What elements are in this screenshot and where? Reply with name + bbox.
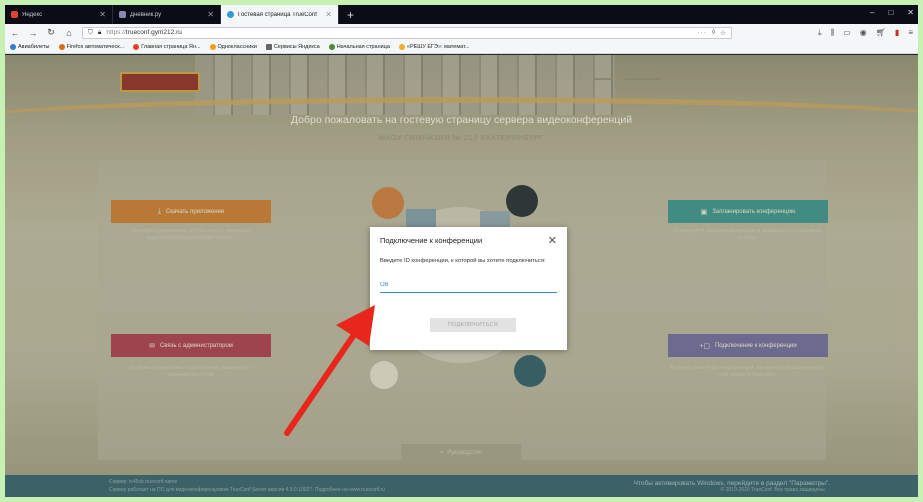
- page-actions-menu[interactable]: ···: [697, 29, 707, 36]
- dnevnik-icon: [119, 11, 126, 18]
- account-icon[interactable]: ◉: [860, 28, 867, 38]
- tab-dnevnik[interactable]: Дневник.ру ✕: [113, 5, 221, 24]
- shield-icon[interactable]: ⛉: [88, 29, 93, 37]
- bookmark-item[interactable]: Сервисы Яндекса: [265, 44, 320, 50]
- sidebar-icon[interactable]: ▭: [843, 28, 851, 38]
- bookmark-star-icon[interactable]: ☆: [720, 29, 726, 37]
- bookmark-item[interactable]: Главная страница Ян...: [133, 44, 201, 50]
- navigation-bar: ← → ↻ ⌂ ⛉ 🔒︎ https://trueconf.gym212.ru …: [5, 24, 918, 41]
- bookmark-item[interactable]: «РЕШУ ЕГЭ»: математ...: [398, 44, 470, 50]
- tab-label: Дневник.ру: [130, 11, 162, 18]
- home-icon[interactable]: ⌂: [64, 28, 74, 38]
- library-icon[interactable]: ⫼: [831, 28, 835, 38]
- tab-yandex[interactable]: Яндекс ✕: [5, 5, 113, 24]
- downloads-icon[interactable]: ⤓: [818, 28, 822, 38]
- menu-icon[interactable]: ≡: [908, 28, 913, 38]
- trueconf-icon: [227, 11, 234, 18]
- new-tab-button[interactable]: +: [339, 8, 362, 22]
- maximize-button[interactable]: □: [888, 8, 893, 17]
- bookmark-item[interactable]: Firefox автоматическ...: [58, 44, 124, 50]
- address-bar[interactable]: ⛉ 🔒︎ https://trueconf.gym212.ru ··· ◊ ☆: [82, 26, 732, 39]
- bookmarks-bar: Авиабилеты Firefox автоматическ... Главн…: [5, 41, 918, 54]
- trueconf-guest-page: ⌂ ▬▬▬ ▬▬▬▬▬▬ Добро пожаловать на гостеву…: [5, 55, 918, 497]
- reload-icon[interactable]: ↻: [46, 27, 56, 38]
- browser-window: Яндекс ✕ Дневник.ру ✕ Гостевая страница …: [5, 5, 918, 497]
- yandex-icon: [133, 44, 140, 50]
- yandex-icon: [11, 11, 18, 18]
- reshu-ege-icon: [398, 44, 405, 50]
- extension-icon[interactable]: ▮: [895, 28, 899, 38]
- bookmark-item[interactable]: Авиабилеты: [10, 44, 50, 50]
- close-tab-icon[interactable]: ✕: [207, 10, 214, 19]
- bookmark-item[interactable]: Одноклассники: [209, 44, 257, 50]
- odnoklassniki-icon: [209, 44, 216, 50]
- back-icon[interactable]: ←: [10, 28, 20, 38]
- url-protocol: https://: [106, 29, 126, 36]
- forward-icon[interactable]: →: [28, 28, 38, 38]
- tab-trueconf[interactable]: Гостевая страница TrueConf ✕: [221, 5, 339, 24]
- url-host: trueconf.gym212.ru: [125, 29, 182, 36]
- firefox-icon: [58, 44, 65, 50]
- cart-icon[interactable]: 🛒︎: [876, 28, 886, 38]
- minimize-button[interactable]: –: [870, 8, 874, 17]
- tab-label: Яндекс: [22, 11, 43, 18]
- toolbar-icons: ⤓ ⫼ ▭ ◉ 🛒︎ ▮ ≡: [818, 28, 913, 38]
- tab-bar: Яндекс ✕ Дневник.ру ✕ Гостевая страница …: [5, 5, 918, 24]
- folder-icon: [265, 44, 272, 50]
- tab-label: Гостевая страница TrueConf: [238, 11, 317, 18]
- red-arrow-annotation: [284, 305, 375, 436]
- close-window-button[interactable]: ✕: [907, 8, 914, 17]
- bookmark-item[interactable]: Начальная страница: [328, 44, 390, 50]
- pocket-icon[interactable]: ◊: [712, 29, 715, 36]
- close-tab-icon[interactable]: ✕: [99, 10, 106, 19]
- lock-icon[interactable]: 🔒︎: [98, 29, 101, 37]
- plane-icon: [10, 44, 16, 50]
- globe-icon: [328, 44, 335, 50]
- window-controls: – □ ✕: [870, 8, 914, 17]
- close-tab-icon[interactable]: ✕: [325, 10, 332, 19]
